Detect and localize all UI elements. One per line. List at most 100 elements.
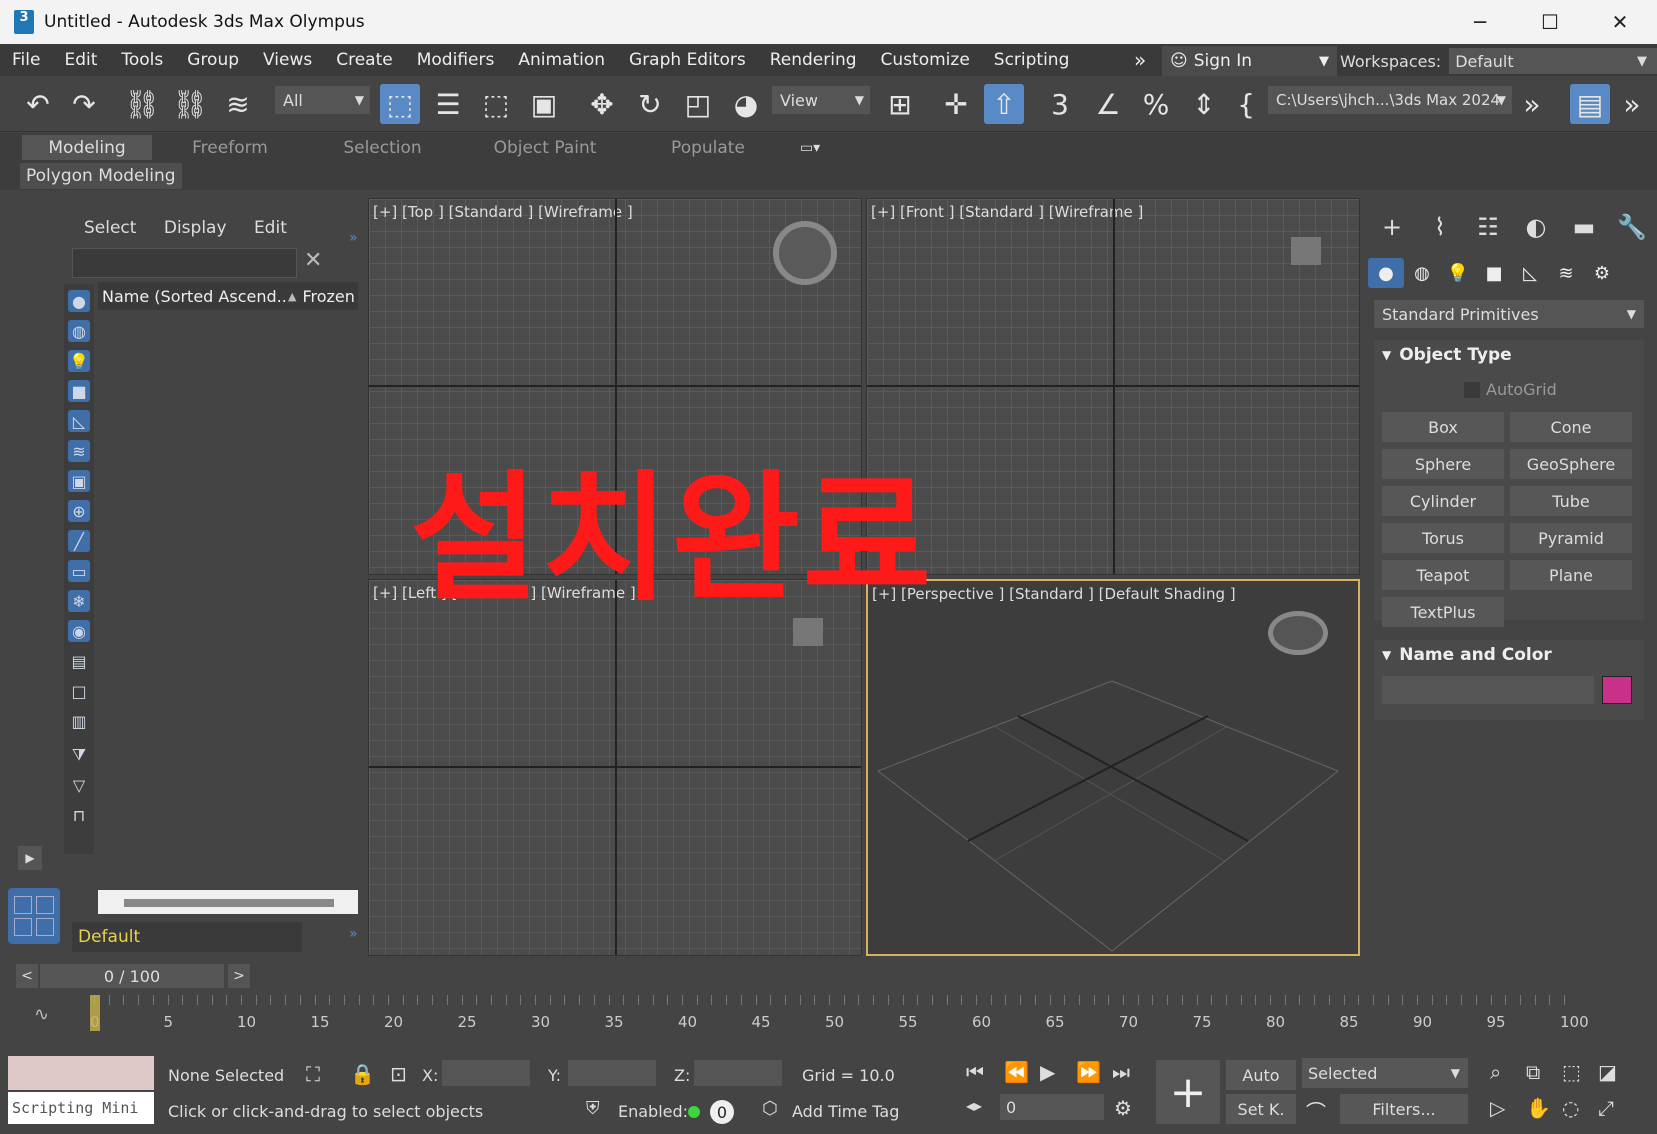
display-all-icon[interactable]: ▤: [68, 650, 90, 672]
go-to-end-icon[interactable]: ⏭: [1112, 1060, 1130, 1084]
menu-group[interactable]: Group: [175, 50, 251, 70]
space-warps-icon[interactable]: ≋: [1548, 258, 1584, 288]
time-configuration-icon[interactable]: ⚙: [1114, 1096, 1132, 1120]
isolate-selection-icon[interactable]: ⛶: [306, 1062, 320, 1086]
object-color-swatch[interactable]: [1602, 676, 1632, 704]
menu-graph-editors[interactable]: Graph Editors: [617, 50, 758, 70]
select-object-icon[interactable]: ⬚: [380, 84, 420, 124]
motion-tab-icon[interactable]: ◐: [1512, 210, 1560, 244]
maximize-button[interactable]: ☐: [1515, 0, 1585, 44]
listener-mini[interactable]: [8, 1056, 154, 1090]
zoom-extents-all-icon[interactable]: ◪: [1598, 1060, 1617, 1084]
undo-icon[interactable]: ↶: [18, 84, 58, 124]
next-key-icon[interactable]: ⏩: [1076, 1060, 1101, 1084]
display-frozen-icon[interactable]: ❄: [68, 590, 90, 612]
orbit-icon[interactable]: ◌: [1562, 1096, 1579, 1120]
previous-key-icon[interactable]: ⏪: [1004, 1060, 1029, 1084]
menu-animation[interactable]: Animation: [506, 50, 617, 70]
box-button[interactable]: Box: [1382, 412, 1504, 442]
link-icon[interactable]: ⛓: [122, 84, 162, 124]
explorer-expand-icon[interactable]: »: [349, 926, 358, 942]
cameras-icon[interactable]: ■: [1476, 258, 1512, 288]
polygon-modeling-panel[interactable]: Polygon Modeling: [20, 163, 182, 189]
pivot-center-icon[interactable]: ⊞: [880, 84, 920, 124]
field-of-view-icon[interactable]: ▷: [1490, 1096, 1505, 1120]
tab-selection[interactable]: Selection: [320, 135, 445, 160]
current-time-marker[interactable]: [90, 995, 100, 1031]
plane-button[interactable]: Plane: [1510, 560, 1632, 590]
maximize-viewport-icon[interactable]: ⤢: [1598, 1096, 1614, 1120]
save-workspace-icon[interactable]: ▤: [1570, 84, 1610, 124]
previous-frame-icon[interactable]: <: [16, 964, 38, 988]
named-selection-sets-icon[interactable]: {: [1236, 84, 1256, 124]
display-groups-icon[interactable]: ▣: [68, 470, 90, 492]
viewport-layouts-icon[interactable]: [8, 888, 60, 944]
filter-options-icon[interactable]: ⧩: [68, 744, 90, 766]
display-none-icon[interactable]: □: [68, 680, 90, 702]
menu-tools[interactable]: Tools: [109, 50, 175, 70]
systems-icon[interactable]: ⚙: [1584, 258, 1620, 288]
display-cameras-icon[interactable]: ■: [68, 380, 90, 402]
place-icon[interactable]: ◕: [726, 84, 766, 124]
reference-coordinate-dropdown[interactable]: View ▼: [772, 86, 870, 114]
next-frame-icon[interactable]: >: [228, 964, 250, 988]
selection-lock-icon[interactable]: 🔒: [350, 1062, 375, 1086]
zoom-icon[interactable]: ⌕: [1490, 1060, 1501, 1084]
bind-space-warp-icon[interactable]: ≋: [218, 84, 258, 124]
viewport-top-label[interactable]: [+] [Top ] [Standard ] [Wireframe ]: [373, 203, 633, 221]
clear-search-icon[interactable]: ✕: [304, 248, 322, 273]
column-name[interactable]: Name (Sorted Ascend...: [98, 287, 288, 306]
play-icon[interactable]: ▶: [1040, 1060, 1055, 1084]
shield-icon[interactable]: ⛨: [586, 1098, 600, 1119]
cone-button[interactable]: Cone: [1510, 412, 1632, 442]
toolbar-overflow-icon-2[interactable]: »: [1620, 84, 1644, 124]
frame-counter[interactable]: 0 / 100: [40, 964, 224, 988]
menu-views[interactable]: Views: [251, 50, 324, 70]
textplus-button[interactable]: TextPlus: [1382, 597, 1504, 627]
viewcube-icon[interactable]: [793, 618, 823, 646]
layer-dropdown[interactable]: Default: [72, 922, 302, 952]
absolute-mode-icon[interactable]: ⊡: [390, 1062, 407, 1086]
tab-populate[interactable]: Populate: [648, 135, 768, 160]
scale-icon[interactable]: ◰: [678, 84, 718, 124]
default-in-out-tangents-icon[interactable]: ⌒: [1306, 1096, 1326, 1125]
expand-icon[interactable]: ▶: [18, 846, 42, 870]
unlink-icon[interactable]: ⛓: [170, 84, 210, 124]
object-name-input[interactable]: [1382, 676, 1594, 704]
tab-freeform[interactable]: Freeform: [170, 135, 290, 160]
scripting-mini-input[interactable]: Scripting Mini: [8, 1092, 154, 1124]
explorer-tab-edit[interactable]: Edit: [254, 218, 287, 238]
explorer-object-list[interactable]: [98, 312, 358, 898]
tab-object-paint[interactable]: Object Paint: [480, 135, 610, 160]
shapes-icon[interactable]: ◍: [1404, 258, 1440, 288]
explorer-collapse-icon[interactable]: »: [349, 230, 358, 246]
y-coordinate-field[interactable]: [568, 1060, 656, 1086]
key-filter-dropdown[interactable]: Selected ▼: [1302, 1058, 1468, 1088]
primitives-category-dropdown[interactable]: Standard Primitives ▼: [1374, 300, 1644, 328]
workspaces-value[interactable]: Default: [1449, 48, 1657, 74]
torus-button[interactable]: Torus: [1382, 523, 1504, 553]
selection-filter-dropdown[interactable]: All ▼: [275, 86, 370, 114]
key-mode-icon[interactable]: ◂▸: [966, 1096, 982, 1115]
column-frozen[interactable]: Frozen: [302, 287, 354, 306]
set-key-button[interactable]: Set K.: [1226, 1094, 1296, 1124]
tab-modeling[interactable]: Modeling: [22, 135, 152, 160]
viewport-front[interactable]: [+] [Front ] [Standard ] [Wireframe ]: [866, 198, 1360, 575]
display-shapes-icon[interactable]: ◍: [68, 320, 90, 342]
select-manipulate-icon[interactable]: ✛: [936, 84, 976, 124]
display-helpers-icon[interactable]: ◺: [68, 410, 90, 432]
track-bar[interactable]: 0510152025303540455055606570758085909510…: [90, 995, 1589, 1043]
sphere-button[interactable]: Sphere: [1382, 449, 1504, 479]
cylinder-button[interactable]: Cylinder: [1382, 486, 1504, 516]
display-lights-icon[interactable]: 💡: [68, 350, 90, 372]
display-invert-icon[interactable]: ▥: [68, 710, 90, 732]
menu-rendering[interactable]: Rendering: [758, 50, 869, 70]
display-tab-icon[interactable]: ▬: [1560, 210, 1608, 244]
add-time-tag-button[interactable]: Add Time Tag: [792, 1102, 899, 1121]
select-by-name-icon[interactable]: ☰: [428, 84, 468, 124]
layer-manager-icon[interactable]: ⊓: [68, 804, 90, 826]
viewcube-icon[interactable]: [1268, 611, 1328, 655]
toolbar-overflow-icon[interactable]: »: [1520, 84, 1544, 124]
autogrid-checkbox[interactable]: AutoGrid: [1464, 380, 1557, 399]
explorer-tab-select[interactable]: Select: [84, 218, 136, 238]
